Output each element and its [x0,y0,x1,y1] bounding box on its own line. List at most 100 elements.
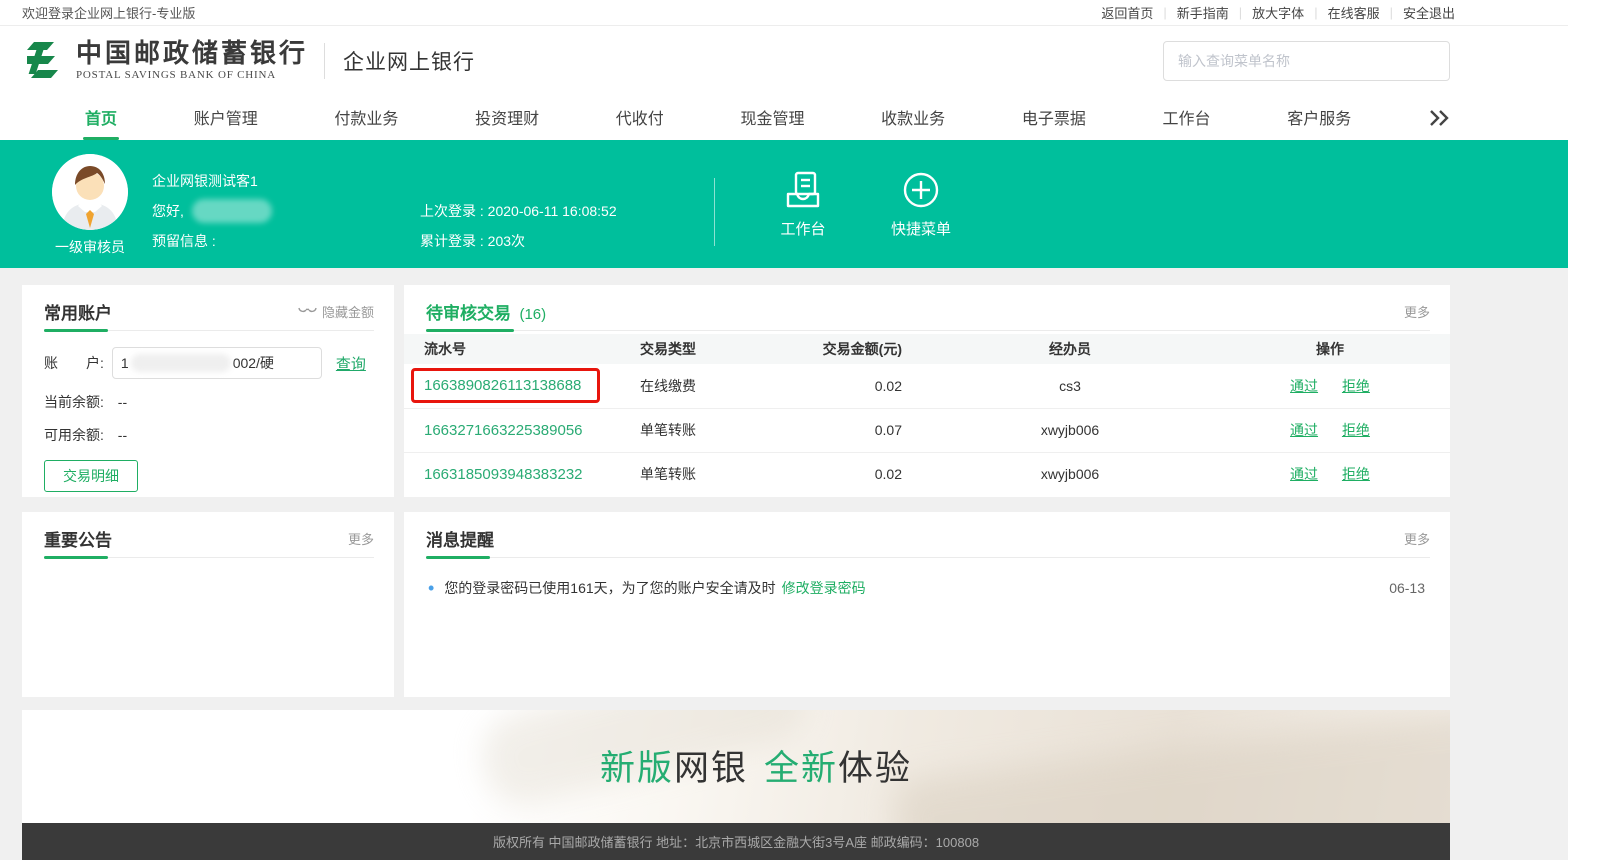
bank-logo: 中国邮政储蓄银行 POSTAL SAVINGS BANK OF CHINA [22,39,308,83]
messages-card-title: 消息提醒 [426,526,494,551]
transaction-amount: 0.02 [810,364,930,408]
quick-menu-label: 快捷菜单 [876,218,966,239]
greeting-label: 您好, [152,201,184,221]
transaction-detail-button[interactable]: 交易明细 [44,460,138,492]
query-link[interactable]: 查询 [336,353,366,374]
person-avatar-icon [52,154,128,230]
banner-seg-brandnew: 全新 [764,749,838,788]
workbench-label: 工作台 [758,218,848,239]
approve-link[interactable]: 通过 [1290,422,1318,438]
tab-workbench[interactable]: 工作台 [1163,105,1211,131]
reject-link[interactable]: 拒绝 [1342,422,1370,438]
topbar-link-safe-logout[interactable]: 安全退出 [1403,3,1455,22]
tab-collection-payment[interactable]: 代收付 [616,105,664,131]
enterprise-online-banking-page: 欢迎登录企业网上银行-专业版 返回首页 | 新手指南 | 放大字体 | 在线客服… [0,0,1616,860]
pending-more-link[interactable]: 更多 [1404,302,1430,321]
divider: | [1314,5,1317,20]
tab-investment[interactable]: 投资理财 [475,105,539,131]
glasses-icon [298,306,317,317]
serial-number-link[interactable]: 1663890826113138688 [424,377,581,394]
approve-link[interactable]: 通过 [1290,378,1318,394]
section-underline [426,330,1430,331]
available-balance-label: 可用余额: [44,427,104,443]
workbench-shortcut[interactable]: 工作台 [758,170,848,239]
topbar-links: 返回首页 | 新手指南 | 放大字体 | 在线客服 | 安全退出 [1101,3,1455,22]
user-avatar-block: 一级审核员 [52,154,128,257]
table-row: 1663185093948383232 单笔转账 0.02 xwyjb006 通… [404,452,1450,496]
serial-number-link[interactable]: 1663185093948383232 [424,466,583,483]
topbar-link-online-service[interactable]: 在线客服 [1328,3,1380,22]
section-underline [44,330,374,331]
tab-e-bill[interactable]: 电子票据 [1022,105,1086,131]
frequent-accounts-card: 常用账户 隐藏金额 账 户: 1 002/硬 查询 [22,285,394,497]
account-select[interactable]: 1 002/硬 [112,347,322,379]
accounts-card-title: 常用账户 [44,299,112,324]
product-title: 企业网上银行 [343,46,475,76]
nav-more-button[interactable] [1428,109,1450,127]
serial-number-link[interactable]: 1663271663225389056 [424,422,583,439]
approve-link[interactable]: 通过 [1290,466,1318,482]
tab-account-management[interactable]: 账户管理 [194,105,258,131]
operator-name: xwyjb006 [930,408,1210,452]
topbar-link-enlarge-font[interactable]: 放大字体 [1252,3,1304,22]
operator-name: cs3 [930,364,1210,408]
transaction-type: 单笔转账 [640,452,810,496]
account-value-prefix: 1 [121,355,129,371]
psbc-emblem-icon [22,39,68,83]
available-balance-value: -- [118,427,127,443]
messages-more-link[interactable]: 更多 [1404,529,1430,548]
section-underline [44,557,374,558]
masked-user-name [192,199,272,223]
col-actions: 操作 [1210,334,1450,364]
company-name: 企业网银测试客1 [152,166,272,196]
bank-name: 中国邮政储蓄银行 POSTAL SAVINGS BANK OF CHINA [76,41,308,81]
main-nav: 首页 账户管理 付款业务 投资理财 代收付 现金管理 收款业务 电子票据 工作台… [0,95,1568,140]
reject-link[interactable]: 拒绝 [1342,378,1370,394]
tab-customer-service[interactable]: 客户服务 [1287,105,1351,131]
divider: | [1390,5,1393,20]
pending-count-badge: (16) [519,306,546,323]
divider: | [1163,5,1166,20]
highlight-annotation-box: 1663890826113138688 [411,368,600,403]
menu-search-input[interactable] [1163,41,1450,81]
col-serial-number: 流水号 [404,334,640,364]
current-balance-value: -- [118,394,127,410]
banner-slogan: 新版网银全新体验 [600,740,912,791]
tab-cash-management[interactable]: 现金管理 [740,105,804,131]
user-info: 企业网银测试客1 您好, 预留信息 : [152,166,272,256]
transaction-type: 在线缴费 [640,364,810,408]
user-role-label: 一级审核员 [52,237,128,257]
divider [324,43,325,79]
account-label: 账 户: [44,353,104,373]
table-row: 1663271663225389056 单笔转账 0.07 xwyjb006 通… [404,408,1450,452]
menu-search [1163,41,1450,81]
transaction-amount: 0.02 [810,452,930,496]
notices-card-title: 重要公告 [44,526,112,551]
message-item: • 您的登录密码已使用161天，为了您的账户安全请及时 修改登录密码 06-13 [428,578,1425,598]
topbar-link-beginner-guide[interactable]: 新手指南 [1177,3,1229,22]
topbar-link-return-home[interactable]: 返回首页 [1101,3,1153,22]
banner-seg-ebank: 网银 [674,749,748,788]
notices-more-link[interactable]: 更多 [348,529,374,548]
tab-receivables[interactable]: 收款业务 [881,105,945,131]
tab-home[interactable]: 首页 [85,105,117,131]
divider [714,178,715,246]
operator-name: xwyjb006 [930,452,1210,496]
section-underline [426,557,1430,558]
hide-amount-label: 隐藏金额 [322,302,374,321]
message-text: 您的登录密码已使用161天，为了您的账户安全请及时 [444,578,775,598]
tab-payment-business[interactable]: 付款业务 [334,105,398,131]
welcome-text: 欢迎登录企业网上银行-专业版 [22,3,195,22]
pending-transactions-card: 待审核交易 (16) 更多 流水号 交易类型 交易金额(元) 经办员 操作 [404,285,1450,497]
important-notices-card: 重要公告 更多 [22,512,394,697]
workbench-document-icon [783,170,823,210]
table-row: 1663890826113138688 在线缴费 0.02 cs3 通过 拒绝 [404,364,1450,408]
change-password-link[interactable]: 修改登录密码 [782,578,866,598]
pending-transactions-table: 流水号 交易类型 交易金额(元) 经办员 操作 1663890826113138… [404,334,1450,496]
login-count: 累计登录 : 203次 [420,226,617,256]
col-transaction-type: 交易类型 [640,334,810,364]
hide-amount-toggle[interactable]: 隐藏金额 [298,302,374,321]
reject-link[interactable]: 拒绝 [1342,466,1370,482]
quick-menu-shortcut[interactable]: 快捷菜单 [876,170,966,239]
copyright-text: 版权所有 中国邮政储蓄银行 地址：北京市西城区金融大街3号A座 邮政编码：100… [493,835,979,850]
